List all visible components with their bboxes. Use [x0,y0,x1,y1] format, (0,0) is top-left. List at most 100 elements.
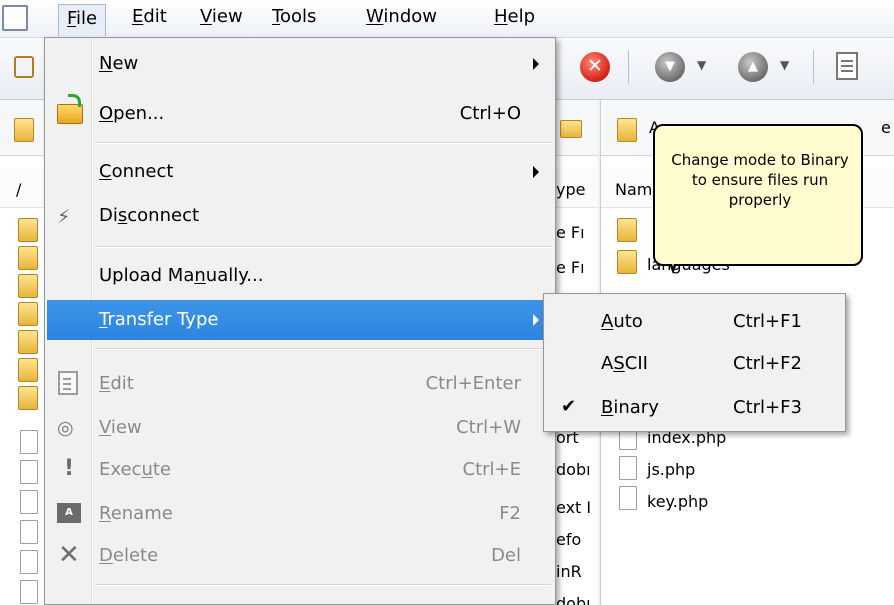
folder-icon [18,218,38,242]
menu-item-execute-label: Execute [99,459,172,480]
folder-icon [617,218,637,242]
submenu-arrow-icon [533,314,539,326]
file-icon [20,520,38,544]
menu-window[interactable]: Window [366,6,437,27]
disconnect-icon: ⚡ [57,206,71,228]
upload-icon[interactable]: ▲ [738,52,768,82]
menu-help[interactable]: Help [494,6,535,27]
local-type-cell: e Fı [556,258,585,277]
menu-item-new-label: New [99,53,139,74]
menu-bar: File Edit View Tools Window Help [0,0,894,38]
download-icon[interactable]: ▼ [655,52,685,82]
menu-edit-mnemonic: E [132,6,144,27]
menu-item-transfer-type[interactable]: Transfer Type [47,300,553,340]
folder-icon [18,386,38,410]
view-icon: ◎ [57,417,74,439]
edit-icon [58,371,78,395]
menu-window-mnemonic: W [366,6,384,27]
menu-item-execute: ! Execute Ctrl+E [47,450,553,490]
app-icon [2,5,28,31]
submenu-item-binary[interactable]: ✔ Binary Ctrl+F3 [547,388,842,428]
menu-item-connect-label: Connect [99,161,174,182]
toolbar-separator [813,50,814,84]
menu-item-view: ◎ View Ctrl+W [47,408,553,448]
menu-item-delete: ✕ Delete Del [47,536,553,576]
submenu-item-ascii[interactable]: ASCII Ctrl+F2 [547,344,842,384]
delete-icon: ✕ [58,540,80,570]
menu-file-mnemonic: F [67,8,77,29]
menu-item-disconnect[interactable]: ⚡ Disconnect [47,196,553,236]
name-column-header[interactable]: Nam [615,180,652,199]
folder-icon [18,358,38,382]
folder-icon [14,118,34,142]
local-type-cell: e Fı [556,223,585,242]
menu-item-rename-shortcut: F2 [499,503,521,524]
connect-icon[interactable] [14,56,34,78]
toolbar-separator [628,50,629,84]
menu-item-delete-label: Delete [99,545,159,566]
submenu-item-auto-shortcut: Ctrl+F1 [733,311,802,332]
menu-view-mnemonic: V [200,6,212,27]
file-icon [619,486,637,510]
folder-icon [18,330,38,354]
folder-up-icon[interactable] [560,120,582,138]
file-icon [20,490,38,514]
upload-dropdown-icon[interactable]: ▼ [780,58,789,72]
file-icon [619,456,637,480]
menu-item-transfer-type-label: Transfer Type [99,309,219,330]
menu-separator [95,348,551,350]
callout-balloon: Change mode to Binary to ensure files ru… [653,124,863,266]
submenu-item-auto[interactable]: Auto Ctrl+F1 [547,302,842,342]
menu-separator [95,142,551,144]
menu-separator [95,246,551,248]
type-column-header[interactable]: ype [556,180,585,199]
menu-window-label: indow [383,6,437,27]
menu-item-execute-shortcut: Ctrl+E [462,459,521,480]
callout-tail-fill [667,247,679,267]
menu-item-upload-manually[interactable]: Upload Manually... [47,256,553,296]
menu-tools-label: ools [279,6,317,27]
menu-view[interactable]: View [200,6,243,27]
folder-icon [18,246,38,270]
remote-path-suffix: e [881,118,891,137]
execute-icon: ! [64,456,75,481]
menu-item-open-shortcut: Ctrl+O [459,103,521,124]
menu-item-view-shortcut: Ctrl+W [456,417,521,438]
submenu-arrow-icon [533,166,539,178]
menu-item-upload-manually-label: Upload Manually... [99,265,264,286]
open-folder-icon [57,94,83,124]
menu-tools-mnemonic: T [272,6,280,27]
folder-icon [617,250,637,274]
file-name[interactable]: key.php [647,492,708,511]
menu-item-rename-label: Rename [99,503,173,524]
menu-item-edit: Edit Ctrl+Enter [47,364,553,404]
menu-separator [95,584,551,586]
shortcut-icon [20,430,38,454]
checkmark-icon: ✔ [561,396,577,417]
menu-view-label: iew [211,6,243,27]
menu-help-mnemonic: H [494,6,508,27]
stop-icon[interactable]: ✕ [580,52,610,82]
menu-edit[interactable]: Edit [132,6,167,27]
local-type-cell: dobı [556,460,591,479]
submenu-item-ascii-label: ASCII [601,353,648,374]
download-dropdown-icon[interactable]: ▼ [697,58,706,72]
menu-item-view-label: View [99,417,142,438]
menu-help-label: elp [507,6,536,27]
menu-tools[interactable]: Tools [272,6,316,27]
menu-item-connect[interactable]: Connect [47,152,553,192]
file-icon [20,550,38,574]
menu-item-new[interactable]: New [47,44,553,84]
menu-item-rename: A Rename F2 [47,494,553,534]
transfer-type-submenu: Auto Ctrl+F1 ASCII Ctrl+F2 ✔ Binary Ctrl… [543,293,846,432]
document-edit-icon[interactable] [836,52,858,80]
menu-item-delete-shortcut: Del [491,545,521,566]
file-menu: New Open... Ctrl+O Connect ⚡ Disconnect … [44,37,556,605]
menu-file[interactable]: File [58,4,107,36]
submenu-item-auto-label: Auto [601,311,643,332]
file-name[interactable]: js.php [647,460,695,479]
folder-icon [18,274,38,298]
submenu-item-binary-label: Binary [601,397,659,418]
menu-item-open[interactable]: Open... Ctrl+O [47,94,553,134]
submenu-item-ascii-shortcut: Ctrl+F2 [733,353,802,374]
